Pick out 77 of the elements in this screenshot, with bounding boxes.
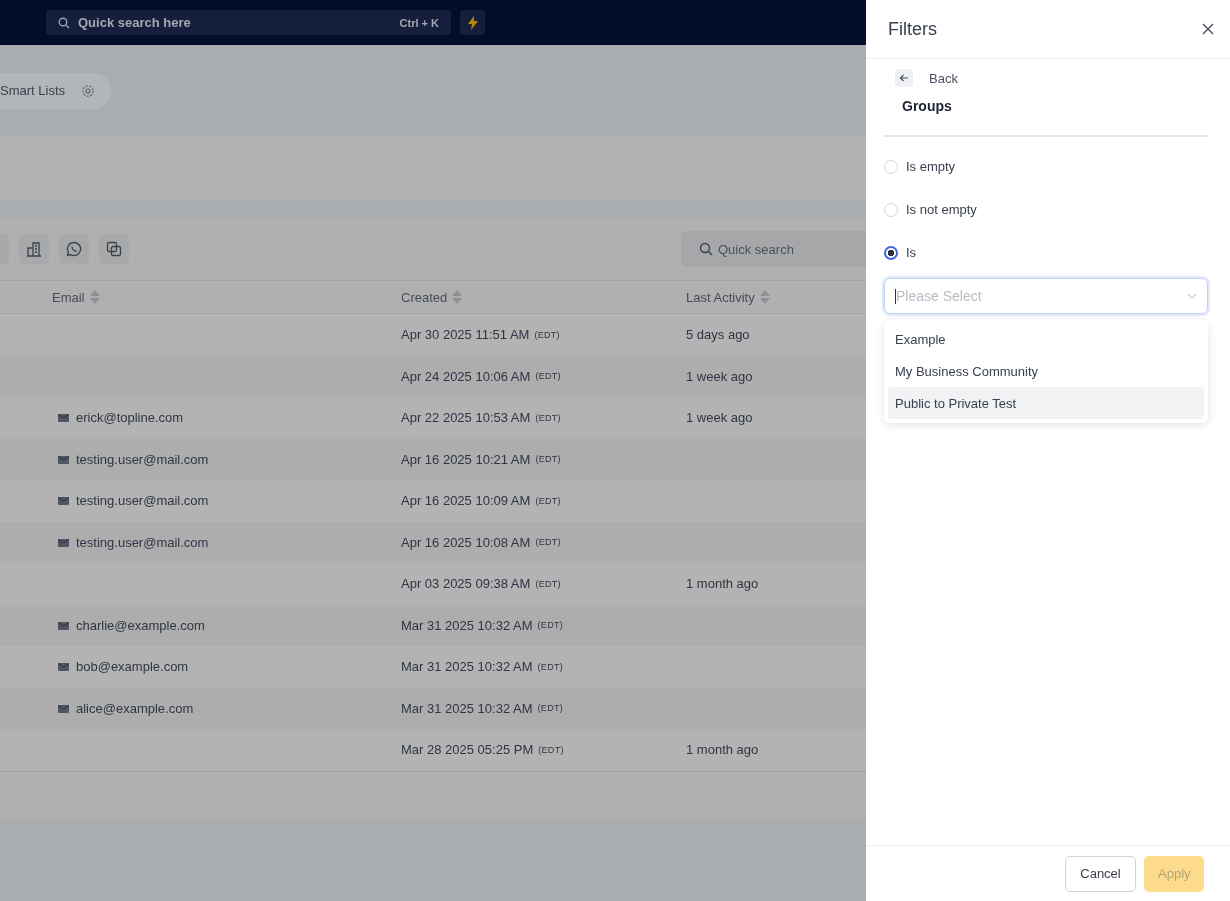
envelope-icon <box>58 703 69 713</box>
quick-action-button[interactable] <box>460 10 485 35</box>
search-placeholder: Quick search <box>718 241 794 257</box>
filter-heading: Groups <box>901 97 953 116</box>
timezone-label: (EDT) <box>537 661 564 672</box>
last-activity-cell: 1 month ago <box>686 576 759 592</box>
settings-icon <box>81 83 95 98</box>
created-date-cell: Apr 22 2025 10:53 AM <box>401 410 531 426</box>
envelope-icon <box>58 662 69 672</box>
timezone-label: (EDT) <box>535 454 561 465</box>
radio-button[interactable] <box>884 245 898 260</box>
dropdown-option[interactable]: Public to Private Test <box>888 387 1204 419</box>
timezone-label: (EDT) <box>535 537 561 548</box>
envelope-icon <box>58 413 69 423</box>
created-date-cell: Mar 31 2025 10:32 AM <box>401 700 533 716</box>
toolbar-button[interactable] <box>99 234 129 264</box>
last-activity-cell: 5 days ago <box>686 327 750 343</box>
close-icon[interactable] <box>1202 23 1214 35</box>
timezone-label: (EDT) <box>535 412 561 423</box>
timezone-label: (EDT) <box>538 744 564 755</box>
created-date-cell: Apr 16 2025 10:09 AM <box>401 493 531 509</box>
search-icon <box>58 16 70 29</box>
radio-label: Is empty <box>906 159 956 174</box>
search-icon <box>699 242 713 256</box>
email-cell: testing.user@mail.com <box>76 534 209 550</box>
envelope-icon <box>58 454 69 464</box>
drawer-title: Filters <box>888 18 937 40</box>
email-cell: alice@example.com <box>76 700 194 716</box>
arrow-left-icon <box>899 74 909 82</box>
lightning-icon <box>467 15 478 30</box>
timezone-label: (EDT) <box>537 620 564 631</box>
envelope-icon <box>58 537 69 547</box>
timezone-label: (EDT) <box>535 578 561 589</box>
building-icon <box>26 241 42 257</box>
table-search-field[interactable]: Quick search <box>681 231 866 267</box>
created-date-cell: Apr 16 2025 10:08 AM <box>401 534 531 550</box>
envelope-icon <box>58 496 69 506</box>
timezone-label: (EDT) <box>535 495 561 506</box>
email-cell: charlie@example.com <box>76 617 205 633</box>
created-date-cell: Mar 31 2025 10:32 AM <box>401 617 533 633</box>
back-arrow-button[interactable] <box>895 69 913 87</box>
shortcut-hint: Ctrl + K <box>399 16 439 29</box>
search-placeholder: Quick search here <box>78 15 192 30</box>
created-date-cell: Apr 16 2025 10:21 AM <box>401 451 531 467</box>
column-header[interactable]: Created <box>401 289 448 305</box>
column-header[interactable]: Email <box>52 289 85 305</box>
toolbar-button[interactable] <box>59 234 89 264</box>
radio-label: Is <box>906 245 917 260</box>
toolbar-button[interactable] <box>19 234 49 264</box>
created-date-cell: Apr 24 2025 10:06 AM <box>401 368 531 384</box>
last-activity-cell: 1 month ago <box>686 742 759 758</box>
back-link[interactable]: Back <box>929 70 958 86</box>
dropdown-option[interactable]: Example <box>888 323 1204 355</box>
column-header[interactable]: Last Activity <box>686 289 755 305</box>
dropdown-option[interactable]: My Business Community <box>888 355 1204 387</box>
copy-icon <box>106 241 122 257</box>
created-date-cell: Apr 03 2025 09:38 AM <box>401 576 531 592</box>
select-placeholder: Please Select <box>896 288 983 304</box>
last-activity-cell: 1 week ago <box>686 368 753 384</box>
email-cell: testing.user@mail.com <box>76 451 209 467</box>
global-search-field[interactable]: Quick search here Ctrl + K <box>46 10 451 35</box>
email-cell: bob@example.com <box>76 659 189 675</box>
radio-label: Is not empty <box>906 202 977 217</box>
envelope-icon <box>58 620 69 630</box>
created-date-cell: Mar 31 2025 10:32 AM <box>401 659 533 675</box>
cancel-button[interactable]: Cancel <box>1065 855 1136 892</box>
timezone-label: (EDT) <box>534 329 560 340</box>
timezone-label: (EDT) <box>537 703 564 714</box>
email-cell: testing.user@mail.com <box>76 493 209 509</box>
chevron-down-icon <box>1187 293 1197 299</box>
timezone-label: (EDT) <box>535 371 561 382</box>
email-cell: erick@topline.com <box>76 410 184 426</box>
chat-bubble-icon <box>66 241 82 257</box>
last-activity-cell: 1 week ago <box>686 410 753 426</box>
created-date-cell: Mar 28 2025 05:25 PM <box>401 742 534 758</box>
smart-lists-tab[interactable]: Smart Lists <box>0 72 111 109</box>
created-date-cell: Apr 30 2025 11:51 AM <box>401 327 530 343</box>
